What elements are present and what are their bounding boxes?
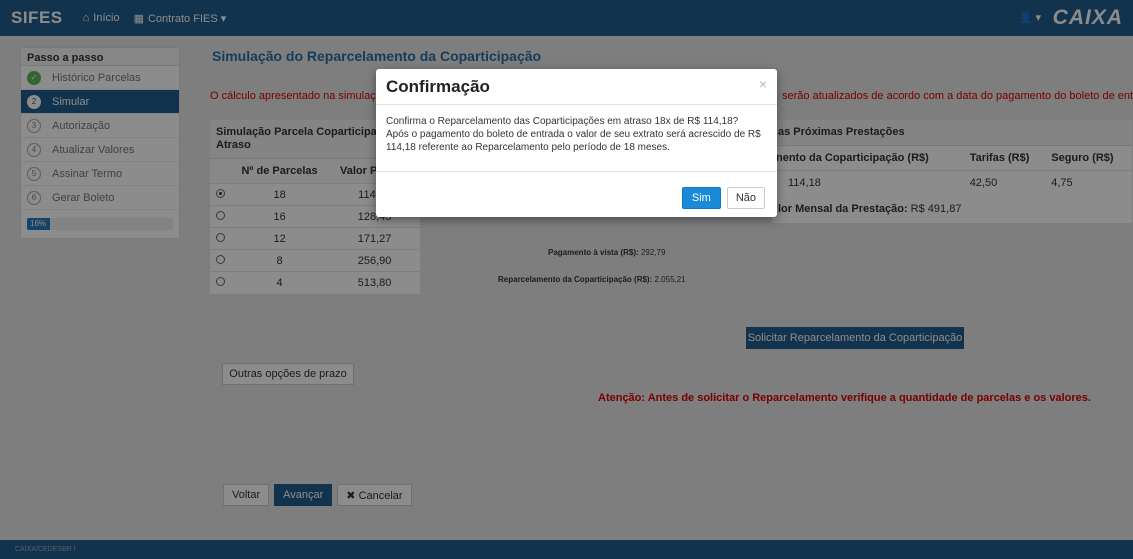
dialog-body: Confirma o Reparcelamento das Coparticip… bbox=[386, 115, 771, 154]
divider bbox=[376, 171, 777, 172]
dialog-footer: Sim Não bbox=[681, 187, 765, 209]
divider bbox=[376, 104, 777, 105]
confirmation-dialog: Confirmação × Confirma o Reparcelamento … bbox=[376, 69, 777, 217]
dialog-info: Após o pagamento do boleto de entrada o … bbox=[386, 129, 761, 153]
nao-button[interactable]: Não bbox=[726, 187, 765, 209]
sim-button[interactable]: Sim bbox=[681, 187, 721, 209]
close-icon[interactable]: × bbox=[759, 76, 767, 92]
dialog-title: Confirmação bbox=[386, 77, 490, 96]
dialog-question: Confirma o Reparcelamento das Coparticip… bbox=[386, 116, 739, 127]
